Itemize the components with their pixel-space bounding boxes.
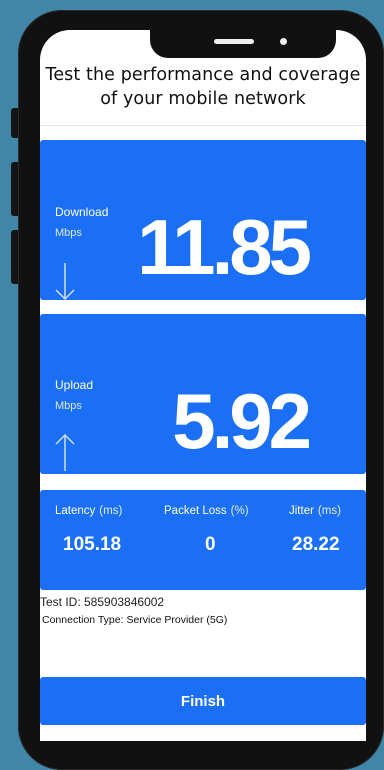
jitter-label-text: Jitter <box>289 505 314 517</box>
finish-button[interactable]: Finish <box>40 677 366 725</box>
front-camera-icon <box>280 38 287 45</box>
latency-label: Latency (ms) <box>55 505 122 517</box>
jitter-value: 28.22 <box>292 534 340 555</box>
test-id: Test ID: 585903846002 <box>40 595 165 609</box>
jitter-label: Jitter (ms) <box>289 505 341 517</box>
packet-loss-stat: Packet Loss (%) 0 <box>164 490 274 590</box>
download-unit: Mbps <box>55 227 82 239</box>
download-speed-value: 11.85 <box>137 203 312 291</box>
jitter-unit: (ms) <box>317 505 341 517</box>
upload-unit: Mbps <box>55 400 82 412</box>
packet-loss-value: 0 <box>205 534 216 555</box>
upload-label: Upload <box>55 378 94 392</box>
upload-card: Upload Mbps 5.92 <box>40 314 366 474</box>
latency-label-text: Latency <box>55 505 96 517</box>
arrow-down-icon <box>55 263 75 301</box>
download-label: Download <box>55 205 109 219</box>
latency-value: 105.18 <box>63 534 122 555</box>
packet-loss-unit: (%) <box>230 505 249 517</box>
speaker-grille <box>214 39 254 44</box>
latency-unit: (ms) <box>99 505 123 517</box>
upload-speed-value: 5.92 <box>172 377 312 465</box>
phone-screen: Test the performance and coverage of you… <box>40 30 366 741</box>
connection-type: Connection Type: Service Provider (5G) <box>42 614 228 626</box>
packet-loss-label: Packet Loss (%) <box>164 505 249 517</box>
arrow-up-icon <box>55 433 75 471</box>
packet-loss-label-text: Packet Loss <box>164 505 227 517</box>
latency-stat: Latency (ms) 105.18 <box>55 490 155 590</box>
network-stats-card: Latency (ms) 105.18 Packet Loss (%) 0 Jitt… <box>40 490 366 590</box>
jitter-stat: Jitter (ms) 28.22 <box>289 490 365 590</box>
download-card: Download Mbps 11.85 <box>40 140 366 301</box>
phone-notch <box>150 30 336 58</box>
title-divider <box>40 125 366 126</box>
page-title: Test the performance and coverage of you… <box>45 65 361 109</box>
